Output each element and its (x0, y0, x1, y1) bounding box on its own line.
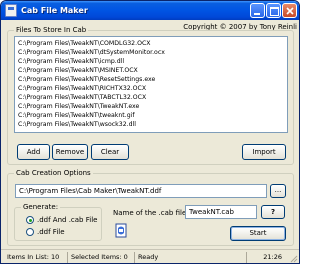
start-button[interactable]: Start (230, 226, 286, 241)
cab-icon (115, 223, 127, 238)
window-title: Cab File Maker (21, 6, 88, 15)
list-item[interactable]: C:\Program Files\TweakNT\TweakNT.exe (18, 102, 284, 111)
list-item[interactable]: C:\Program Files\TweakNT\COMDLG32.OCX (18, 39, 284, 48)
browse-button[interactable]: ... (270, 184, 286, 198)
help-button[interactable]: ? (261, 205, 285, 219)
radio-label: .ddf And .cab File (37, 216, 98, 224)
close-icon (286, 7, 294, 15)
radio-ddf-only[interactable]: .ddf File (26, 227, 100, 237)
ready-status: Ready (134, 252, 244, 263)
list-item[interactable]: C:\Program Files\TweakNT\dtSystemMonitor… (18, 48, 284, 57)
list-item[interactable]: C:\Program Files\TweakNT\MSINET.OCX (18, 66, 284, 75)
clock-status: 21:26 (246, 252, 286, 263)
add-button[interactable]: Add (17, 144, 50, 160)
ddf-path-field[interactable]: C:\Program Files\Cab Maker\TweakNT.ddf (15, 184, 267, 198)
app-icon (5, 4, 17, 17)
list-item[interactable]: C:\Program Files\TweakNT\wsock32.dll (18, 120, 284, 129)
radio-label: .ddf File (37, 228, 65, 236)
items-in-list-status: Items In List: 10 (7, 253, 60, 261)
cab-name-label: Name of the .cab file: (113, 209, 189, 217)
selected-items-status: Selected Items: 0 (67, 252, 132, 263)
title-bar[interactable]: Cab File Maker (1, 1, 299, 20)
radio-ddf-and-cab[interactable]: .ddf And .cab File (26, 215, 100, 225)
list-item[interactable]: C:\Program Files\TweakNT\tweaknt.gif (18, 111, 284, 120)
close-button[interactable] (282, 3, 297, 18)
status-bar: Items In List: 10 Selected Items: 0 Read… (1, 249, 299, 263)
list-item[interactable]: C:\Program Files\TweakNT\icmp.dll (18, 57, 284, 66)
import-button[interactable]: Import (242, 144, 286, 160)
minimize-button[interactable] (250, 3, 265, 18)
cab-options-group-label: Cab Creation Options (14, 169, 93, 178)
maximize-button[interactable] (266, 3, 281, 18)
generate-group-label: Generate: (21, 203, 61, 212)
list-item[interactable]: C:\Program Files\TweakNT\ResetSettings.e… (18, 75, 284, 84)
radio-button[interactable] (26, 228, 34, 236)
cab-file-maker-window: Cab File Maker Copyright © 2007 by Tony … (0, 0, 300, 264)
list-item[interactable]: C:\Program Files\TweakNT\TABCTL32.OCX (18, 93, 284, 102)
files-group-label: Files To Store In Cab (14, 26, 89, 35)
files-listbox[interactable]: C:\Program Files\TweakNT\COMDLG32.OCX C:… (14, 36, 288, 133)
radio-button-checked[interactable] (26, 216, 34, 224)
remove-button[interactable]: Remove (52, 144, 88, 160)
clear-button[interactable]: Clear (91, 144, 129, 160)
list-item[interactable]: C:\Program Files\TweakNT\RICHTX32.OCX (18, 84, 284, 93)
cab-name-field[interactable]: TweakNT.cab (185, 205, 257, 219)
size-grip-icon[interactable] (289, 254, 298, 263)
